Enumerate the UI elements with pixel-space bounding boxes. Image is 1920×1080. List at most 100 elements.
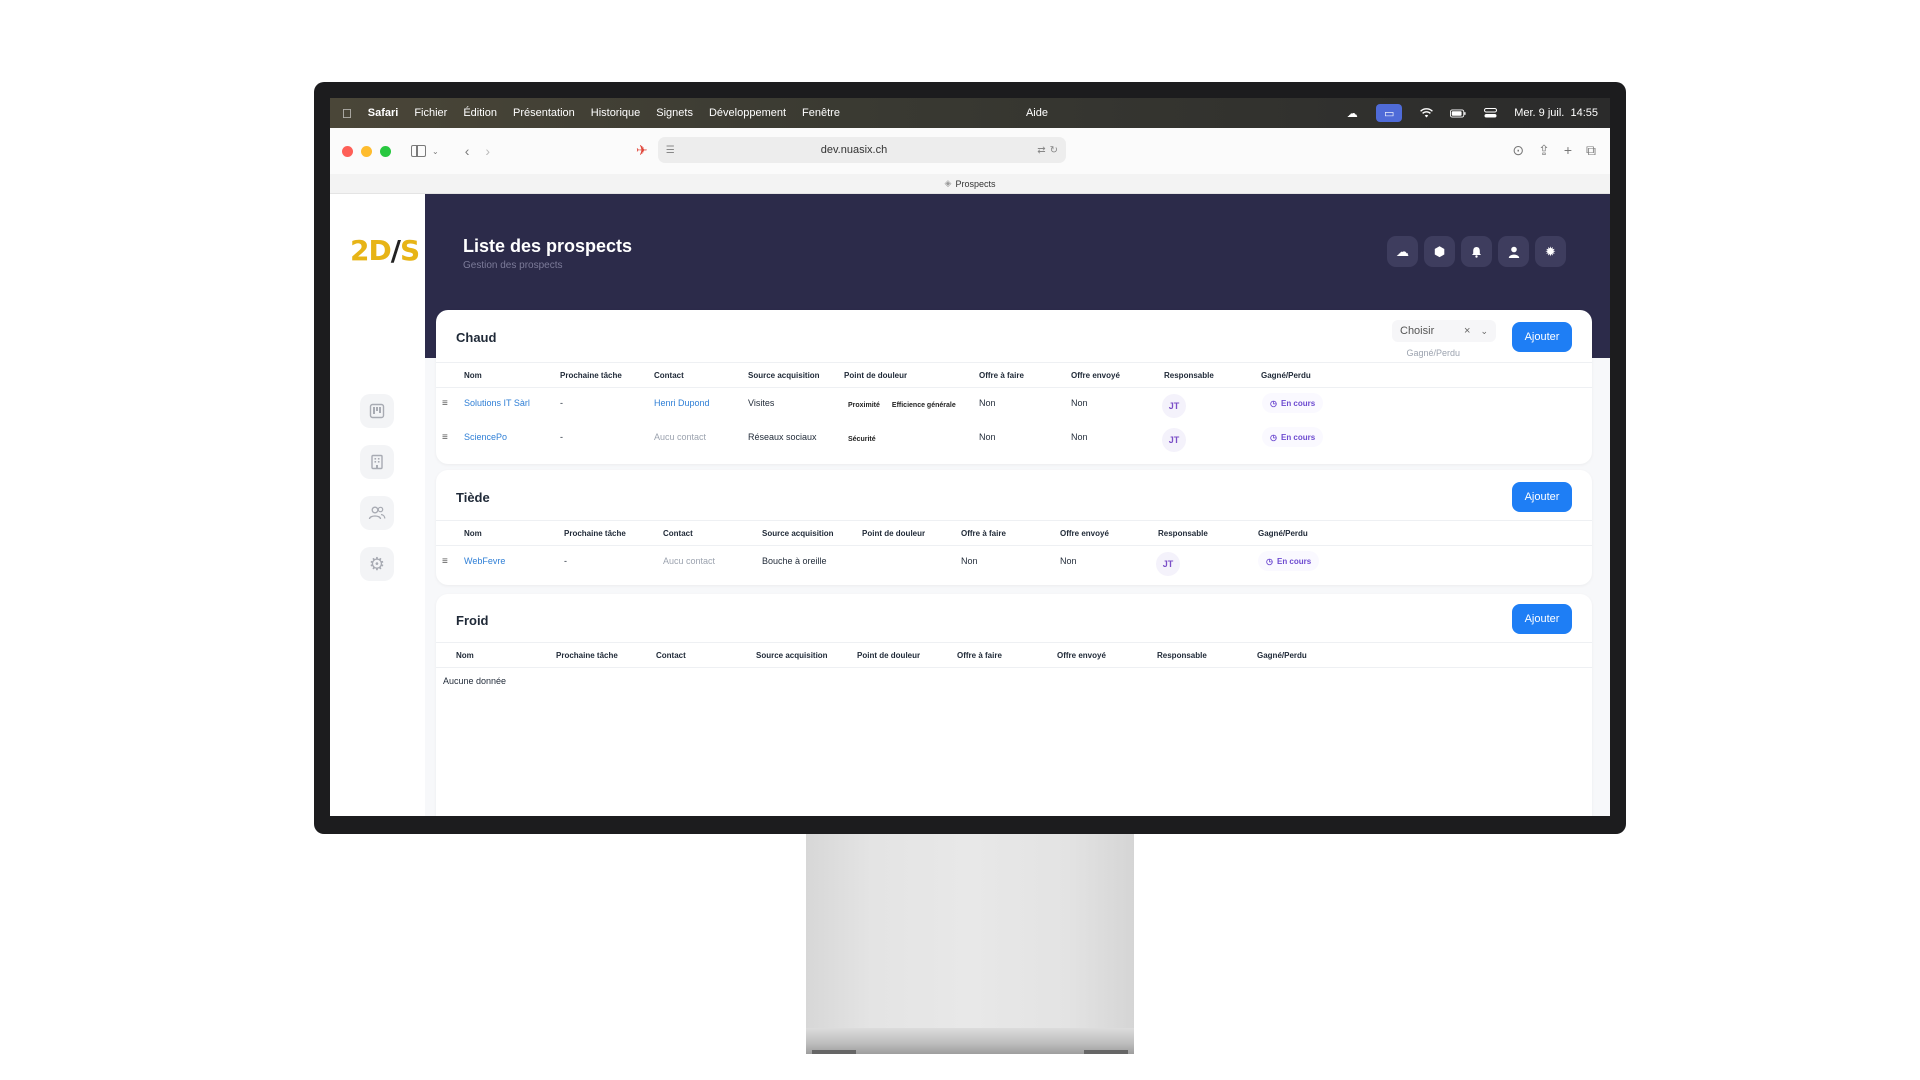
cell-nom[interactable]: SciencePo <box>464 432 507 442</box>
forward-icon[interactable]: › <box>485 143 490 159</box>
col-contact[interactable]: Contact <box>663 529 693 538</box>
clear-icon[interactable]: × <box>1464 325 1470 337</box>
col-source[interactable]: Source acquisition <box>748 371 820 380</box>
add-tiede-button[interactable]: Ajouter <box>1512 482 1572 512</box>
share-icon[interactable]: ⇪ <box>1538 142 1550 159</box>
address-bar[interactable]: ☰ dev.nuasix.ch ⇄ ↻ <box>657 137 1066 163</box>
menu-fichier[interactable]: Fichier <box>414 107 447 119</box>
tab-prospects[interactable]: Prospects <box>955 179 995 189</box>
col-responsable[interactable]: Responsable <box>1164 371 1214 380</box>
logo[interactable]: 2D/S <box>350 234 420 267</box>
col-offre-faire[interactable]: Offre à faire <box>957 651 1002 660</box>
app: 2D/S ⚙ Liste des prospects Gestion des p… <box>330 194 1610 816</box>
menu-edition[interactable]: Édition <box>463 107 497 119</box>
close-window-button[interactable] <box>342 145 353 157</box>
gagne-perdu-select[interactable]: Choisir × ⌄ <box>1392 320 1496 342</box>
col-prochaine-tache[interactable]: Prochaine tâche <box>556 651 618 660</box>
avatar[interactable]: JT <box>1156 552 1180 576</box>
col-nom[interactable]: Nom <box>464 529 482 538</box>
header-actions: ☁ ⬢ ✹ <box>1387 236 1566 267</box>
col-prochaine-tache[interactable]: Prochaine tâche <box>564 529 626 538</box>
add-chaud-button[interactable]: Ajouter <box>1512 322 1572 352</box>
col-offre-envoye[interactable]: Offre envoyé <box>1071 371 1120 380</box>
menu-fenetre[interactable]: Fenêtre <box>802 107 840 119</box>
battery-icon[interactable] <box>1450 108 1466 119</box>
col-source[interactable]: Source acquisition <box>756 651 828 660</box>
screen-mirror-icon[interactable]: ▭ <box>1376 104 1403 122</box>
sidebar-toggle-icon[interactable] <box>411 145 426 157</box>
cell-nom[interactable]: Solutions IT Sàrl <box>464 398 530 408</box>
table-row[interactable]: ≡ SciencePo - Aucu contact Réseaux socia… <box>436 422 1592 456</box>
clock[interactable]: Mer. 9 juil. 14:55 <box>1514 107 1598 119</box>
tab-overview-icon[interactable]: ⧉ <box>1586 142 1596 159</box>
col-responsable[interactable]: Responsable <box>1158 529 1208 538</box>
status-badge[interactable]: ◷ En cours <box>1258 551 1320 571</box>
menu-signets[interactable]: Signets <box>656 107 693 119</box>
menu-presentation[interactable]: Présentation <box>513 107 575 119</box>
col-gagne-perdu[interactable]: Gagné/Perdu <box>1258 529 1308 538</box>
drag-handle-icon[interactable]: ≡ <box>442 432 448 443</box>
minimize-window-button[interactable] <box>361 145 372 157</box>
cell-contact[interactable]: Henri Dupond <box>654 398 710 408</box>
user-icon[interactable] <box>1498 236 1529 267</box>
col-gagne-perdu[interactable]: Gagné/Perdu <box>1257 651 1307 660</box>
menu-historique[interactable]: Historique <box>591 107 641 119</box>
cell-offre-envoye: Non <box>1071 432 1088 442</box>
col-prochaine-tache[interactable]: Prochaine tâche <box>560 371 622 380</box>
wifi-icon[interactable] <box>1418 108 1434 119</box>
nav-contacts-button[interactable] <box>360 496 394 530</box>
drag-handle-icon[interactable]: ≡ <box>442 398 448 409</box>
col-douleur[interactable]: Point de douleur <box>862 529 925 538</box>
status-badge[interactable]: ◷ En cours <box>1262 393 1324 413</box>
apple-icon[interactable]:  <box>342 106 352 121</box>
zoom-window-button[interactable] <box>380 145 391 157</box>
status-badge[interactable]: ◷ En cours <box>1262 427 1324 447</box>
menu-developpement[interactable]: Développement <box>709 107 786 119</box>
col-contact[interactable]: Contact <box>656 651 686 660</box>
col-douleur[interactable]: Point de douleur <box>844 371 907 380</box>
col-nom[interactable]: Nom <box>456 651 474 660</box>
col-contact[interactable]: Contact <box>654 371 684 380</box>
nav-settings-button[interactable]: ⚙ <box>360 547 394 581</box>
chevron-down-icon[interactable]: ⌄ <box>432 147 439 156</box>
cloud-icon[interactable]: ☁ <box>1344 108 1360 120</box>
add-froid-button[interactable]: Ajouter <box>1512 604 1572 634</box>
downloads-icon[interactable]: ⊙ <box>1512 142 1524 159</box>
col-offre-envoye[interactable]: Offre envoyé <box>1057 651 1106 660</box>
col-source[interactable]: Source acquisition <box>762 529 834 538</box>
cube-icon[interactable]: ⬢ <box>1424 236 1455 267</box>
window-controls <box>342 145 391 157</box>
chevron-down-icon[interactable]: ⌄ <box>1480 326 1488 337</box>
control-center-icon[interactable] <box>1482 108 1498 119</box>
back-icon[interactable]: ‹ <box>465 143 470 159</box>
reload-icon[interactable]: ↻ <box>1050 145 1058 156</box>
col-offre-envoye[interactable]: Offre envoyé <box>1060 529 1109 538</box>
menu-safari[interactable]: Safari <box>368 107 399 119</box>
nav-kanban-button[interactable] <box>360 394 394 428</box>
col-responsable[interactable]: Responsable <box>1157 651 1207 660</box>
status-text: En cours <box>1276 556 1312 566</box>
bell-icon[interactable] <box>1461 236 1492 267</box>
menu-aide[interactable]: Aide <box>1026 107 1048 119</box>
sun-icon[interactable]: ✹ <box>1535 236 1566 267</box>
clock-icon: ◷ <box>1270 398 1277 408</box>
drag-handle-icon[interactable]: ≡ <box>442 556 448 567</box>
nav-companies-button[interactable] <box>360 445 394 479</box>
page-menu-icon[interactable]: ☰ <box>666 145 675 156</box>
cloud-upload-icon[interactable]: ☁ <box>1387 236 1418 267</box>
section-chaud: Chaud Choisir × ⌄ Gagné/Perdu Ajouter No… <box>436 310 1592 464</box>
table-row[interactable]: ≡ WebFevre - Aucu contact Bouche à oreil… <box>436 546 1592 580</box>
new-tab-icon[interactable]: + <box>1564 142 1572 159</box>
col-douleur[interactable]: Point de douleur <box>857 651 920 660</box>
avatar[interactable]: JT <box>1162 428 1186 452</box>
avatar[interactable]: JT <box>1162 394 1186 418</box>
col-offre-faire[interactable]: Offre à faire <box>979 371 1024 380</box>
col-nom[interactable]: Nom <box>464 371 482 380</box>
translate-icon[interactable]: ⇄ <box>1037 145 1045 156</box>
col-offre-faire[interactable]: Offre à faire <box>961 529 1006 538</box>
url-text[interactable]: dev.nuasix.ch <box>675 144 1034 156</box>
table-row[interactable]: ≡ Solutions IT Sàrl - Henri Dupond Visit… <box>436 388 1592 422</box>
stand-foot <box>1084 1050 1128 1054</box>
col-gagne-perdu[interactable]: Gagné/Perdu <box>1261 371 1311 380</box>
cell-nom[interactable]: WebFevre <box>464 556 505 566</box>
